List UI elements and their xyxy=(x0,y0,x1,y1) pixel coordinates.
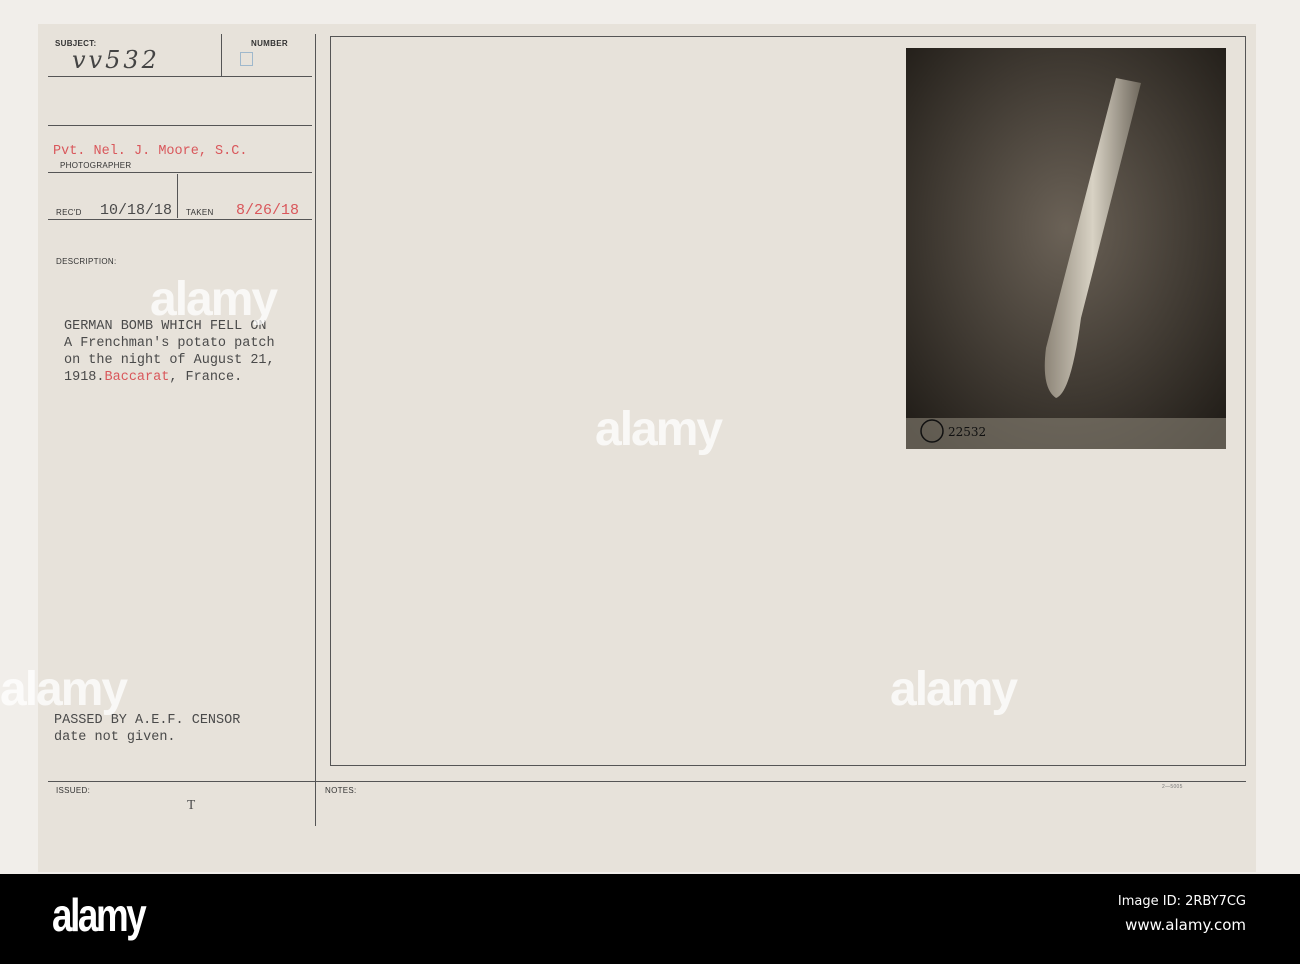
watermark: alamy xyxy=(890,663,1018,716)
bottom-rule xyxy=(48,781,1246,782)
issued-mark: T xyxy=(187,797,196,812)
description-line: 1918.Baccarat, France. xyxy=(64,369,242,386)
watermark: alamy xyxy=(595,403,723,456)
footer-bar: alamy Image ID: 2RBY7CG www.alamy.com xyxy=(0,874,1300,964)
country: , France. xyxy=(169,370,243,385)
form-number: 2—5005 xyxy=(1162,784,1183,790)
censor-date: date not given. xyxy=(54,730,176,745)
column-divider xyxy=(315,34,316,826)
notes-label: NOTES: xyxy=(325,786,357,795)
recd-date: 10/18/18 xyxy=(100,202,173,219)
issued-label: ISSUED: xyxy=(56,786,91,795)
bomb-photo-image: 22532 xyxy=(906,48,1226,449)
blue-stamp xyxy=(240,52,253,66)
number-label: NUMBER xyxy=(251,39,288,48)
alamy-logo: alamy xyxy=(52,889,147,941)
rule xyxy=(48,172,312,173)
photographer-label: PHOTOGRAPHER xyxy=(60,161,132,170)
image-id: Image ID: 2RBY7CG xyxy=(1117,894,1246,909)
recd-label: REC'D xyxy=(56,208,82,217)
date-divider xyxy=(177,174,178,218)
description-line: on the night of August 21, xyxy=(64,353,275,368)
description-label: DESCRIPTION: xyxy=(56,257,117,266)
photographer-name: Pvt. Nel. J. Moore, S.C. xyxy=(53,144,248,159)
watermark: alamy xyxy=(150,273,278,326)
place-name: Baccarat xyxy=(104,370,170,385)
subject-number: vv532 xyxy=(72,46,160,74)
photograph-bomb: 22532 xyxy=(906,48,1226,449)
rule xyxy=(48,125,312,126)
watermark: alamy xyxy=(0,663,128,716)
rule xyxy=(48,219,312,220)
taken-label: TAKEN xyxy=(186,208,214,217)
site-link[interactable]: www.alamy.com xyxy=(1125,916,1246,934)
photo-number: 22532 xyxy=(948,425,986,439)
taken-date: 8/26/18 xyxy=(236,202,300,219)
number-divider xyxy=(221,34,222,76)
description-line: A Frenchman's potato patch xyxy=(64,336,275,351)
year: 1918. xyxy=(64,370,105,385)
rule xyxy=(48,76,312,77)
